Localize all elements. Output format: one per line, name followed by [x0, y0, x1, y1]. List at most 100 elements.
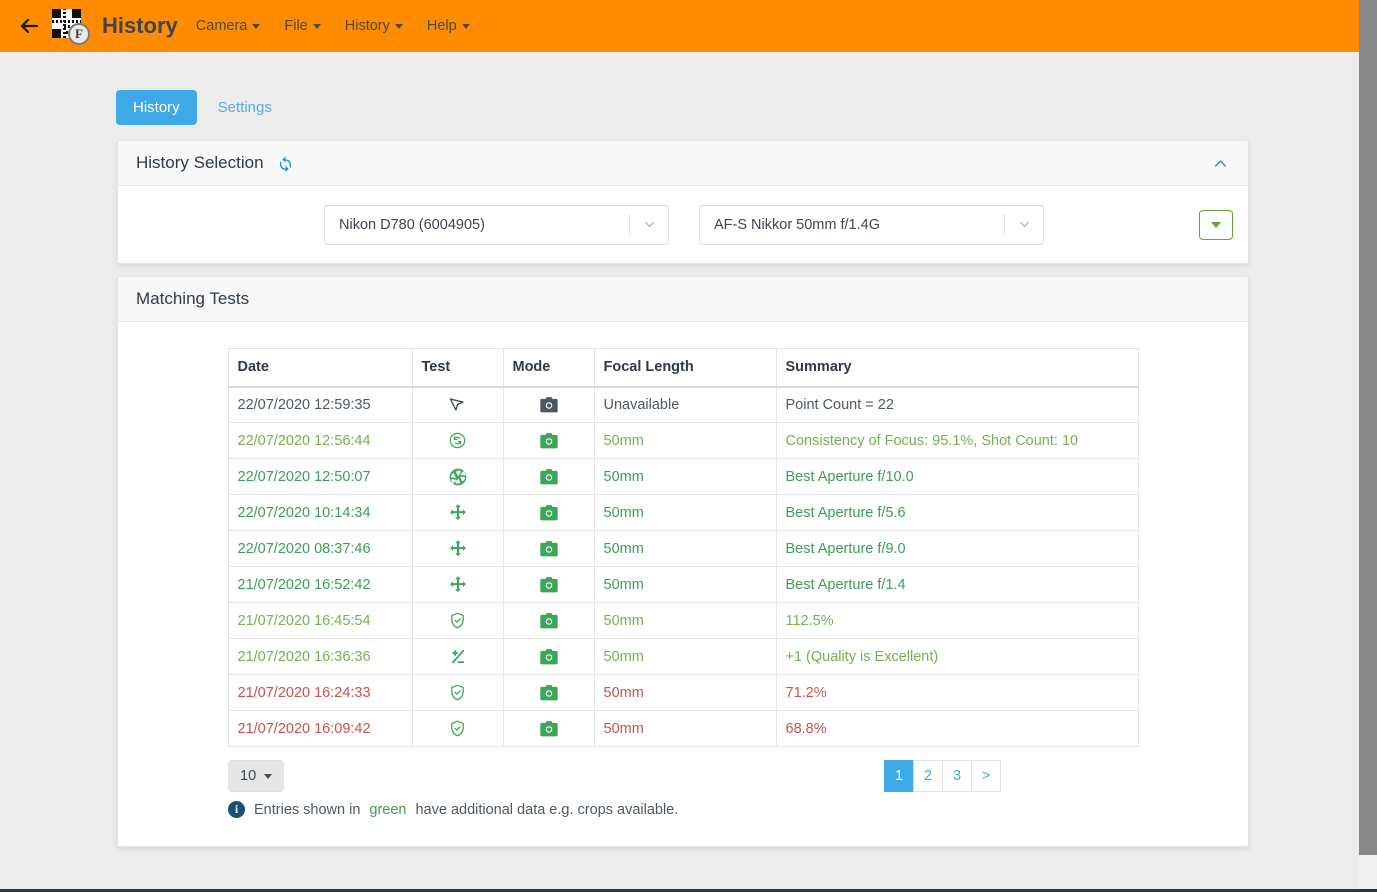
camera-select[interactable]: Nikon D780 (6004905)	[324, 204, 669, 245]
table-row[interactable]: 21/07/2020 16:24:33 50mm 71.2%	[227, 674, 1139, 711]
info-icon: i	[228, 801, 245, 818]
table-row[interactable]: 21/07/2020 16:52:42 50mm Best Aperture f/1…	[227, 566, 1139, 603]
table-row[interactable]: 22/07/2020 10:14:34 50mm Best Aperture f/5…	[227, 494, 1139, 531]
pagination: 1 2 3 >	[884, 760, 1001, 792]
menu-item-file-label: File	[284, 18, 308, 34]
column-header-mode[interactable]: Mode	[502, 348, 595, 388]
qr-code-logo-icon: F	[52, 7, 90, 45]
top-navbar: F History Camera File History Help	[0, 0, 1359, 52]
history-selection-body: Nikon D780 (6004905) AF-S Nikkor 50mm f/…	[118, 186, 1248, 263]
camera-icon	[513, 648, 585, 666]
camera-icon	[513, 504, 585, 522]
refresh-icon[interactable]	[277, 155, 294, 172]
history-table: Date Test Mode Focal Length Summary 22/0…	[227, 348, 1139, 747]
column-header-test[interactable]: Test	[411, 348, 504, 388]
table-header-row: Date Test Mode Focal Length Summary	[227, 348, 1139, 388]
history-selection-header: History Selection	[118, 141, 1248, 186]
legend-note: i Entries shown in green have additional…	[228, 801, 1138, 846]
more-options-button[interactable]	[1199, 209, 1233, 240]
pagination-page-1[interactable]: 1	[884, 760, 914, 792]
cell-focal-length: 50mm	[593, 566, 777, 603]
column-header-focal-length[interactable]: Focal Length	[593, 348, 777, 388]
legend-text-before: Entries shown in	[254, 801, 361, 818]
page-scrollbar[interactable]	[1359, 0, 1377, 889]
lens-select-value: AF-S Nikkor 50mm f/1.4G	[714, 216, 880, 233]
table-body: 22/07/2020 12:59:35 Unavailable Point Coun…	[227, 386, 1139, 747]
cell-date: 22/07/2020 10:14:34	[227, 494, 413, 531]
column-header-date[interactable]: Date	[227, 348, 413, 388]
legend-highlight: green	[369, 801, 407, 818]
cell-mode	[502, 674, 595, 711]
menu-item-history[interactable]: History	[345, 18, 403, 34]
pagination-page->[interactable]: >	[971, 760, 1001, 792]
cell-date: 22/07/2020 08:37:46	[227, 530, 413, 567]
lens-select[interactable]: AF-S Nikkor 50mm f/1.4G	[699, 204, 1044, 245]
caret-down-icon	[264, 773, 273, 779]
cell-date: 21/07/2020 16:36:36	[227, 638, 413, 675]
page-scrollbar-thumb[interactable]	[1359, 0, 1377, 855]
pagination-page-3[interactable]: 3	[942, 760, 972, 792]
cell-date: 21/07/2020 16:24:33	[227, 674, 413, 711]
cell-focal-length: 50mm	[593, 602, 777, 639]
cell-mode	[502, 710, 595, 747]
cell-summary: Consistency of Focus: 95.1%, Shot Count:…	[775, 422, 1139, 459]
cell-mode	[502, 566, 595, 603]
matching-tests-card: Matching Tests Date Test Mode Focal Leng…	[117, 276, 1249, 847]
chevron-down-icon[interactable]	[630, 217, 668, 232]
cell-mode	[502, 422, 595, 459]
camera-icon	[513, 540, 585, 558]
shield-check-icon	[422, 719, 494, 738]
tab-settings[interactable]: Settings	[201, 90, 289, 125]
legend-text-after: have additional data e.g. crops availabl…	[415, 801, 679, 818]
menu-item-help-label: Help	[426, 18, 457, 34]
menu-item-camera[interactable]: Camera	[196, 18, 261, 34]
table-row[interactable]: 21/07/2020 16:45:54 50mm 112.5%	[227, 602, 1139, 639]
chevron-down-icon	[394, 23, 403, 29]
cell-mode	[502, 386, 595, 423]
chevron-up-icon[interactable]	[1211, 154, 1230, 173]
table-row[interactable]: 22/07/2020 12:50:07 50mm Best Aperture f/1…	[227, 458, 1139, 495]
chevron-down-icon	[252, 23, 261, 29]
cell-focal-length: 50mm	[593, 638, 777, 675]
history-selection-title: History Selection	[136, 153, 264, 172]
menu-item-file[interactable]: File	[284, 18, 321, 34]
pagination-page-2[interactable]: 2	[913, 760, 943, 792]
camera-icon	[513, 396, 585, 414]
aperture-icon	[422, 467, 494, 487]
camera-icon	[513, 684, 585, 702]
cell-date: 21/07/2020 16:09:42	[227, 710, 413, 747]
cell-test	[411, 386, 504, 423]
chevron-down-icon[interactable]	[1005, 217, 1043, 232]
history-selection-card: History Selection Nikon D780 (6004905) A…	[117, 140, 1249, 264]
table-row[interactable]: 21/07/2020 16:36:36 50mm +1 (Quality is Ex…	[227, 638, 1139, 675]
table-footer: 10 1 2 3 >	[228, 755, 1138, 801]
cell-test	[411, 458, 504, 495]
tab-history[interactable]: History	[116, 90, 197, 125]
cell-date: 22/07/2020 12:59:35	[227, 386, 413, 423]
caret-down-icon	[1211, 221, 1221, 228]
page-size-select[interactable]: 10	[228, 760, 285, 792]
menu-item-help[interactable]: Help	[427, 18, 470, 34]
cell-test	[411, 602, 504, 639]
table-row[interactable]: 22/07/2020 12:59:35 Unavailable Point Coun…	[227, 386, 1139, 423]
cell-summary: 68.8%	[775, 710, 1139, 747]
arrows-move-icon	[422, 503, 494, 523]
cell-mode	[502, 458, 595, 495]
app-window: F History Camera File History Help Histo…	[0, 0, 1377, 892]
cell-focal-length: Unavailable	[593, 386, 777, 423]
column-header-summary[interactable]: Summary	[775, 348, 1139, 388]
matching-tests-header: Matching Tests	[118, 277, 1248, 322]
cell-focal-length: 50mm	[593, 458, 777, 495]
table-row[interactable]: 22/07/2020 12:56:44 50mm Consistency of Fo…	[227, 422, 1139, 459]
cell-test	[411, 422, 504, 459]
camera-icon	[513, 576, 585, 594]
camera-icon	[513, 432, 585, 450]
matching-tests-body: Date Test Mode Focal Length Summary 22/0…	[118, 322, 1248, 846]
back-arrow-icon[interactable]	[12, 9, 46, 43]
camera-icon	[513, 612, 585, 630]
chevron-down-icon	[461, 23, 470, 29]
cell-focal-length: 50mm	[593, 494, 777, 531]
cell-summary: Best Aperture f/10.0	[775, 458, 1139, 495]
table-row[interactable]: 22/07/2020 08:37:46 50mm Best Aperture f/9…	[227, 530, 1139, 567]
table-row[interactable]: 21/07/2020 16:09:42 50mm 68.8%	[227, 710, 1139, 747]
